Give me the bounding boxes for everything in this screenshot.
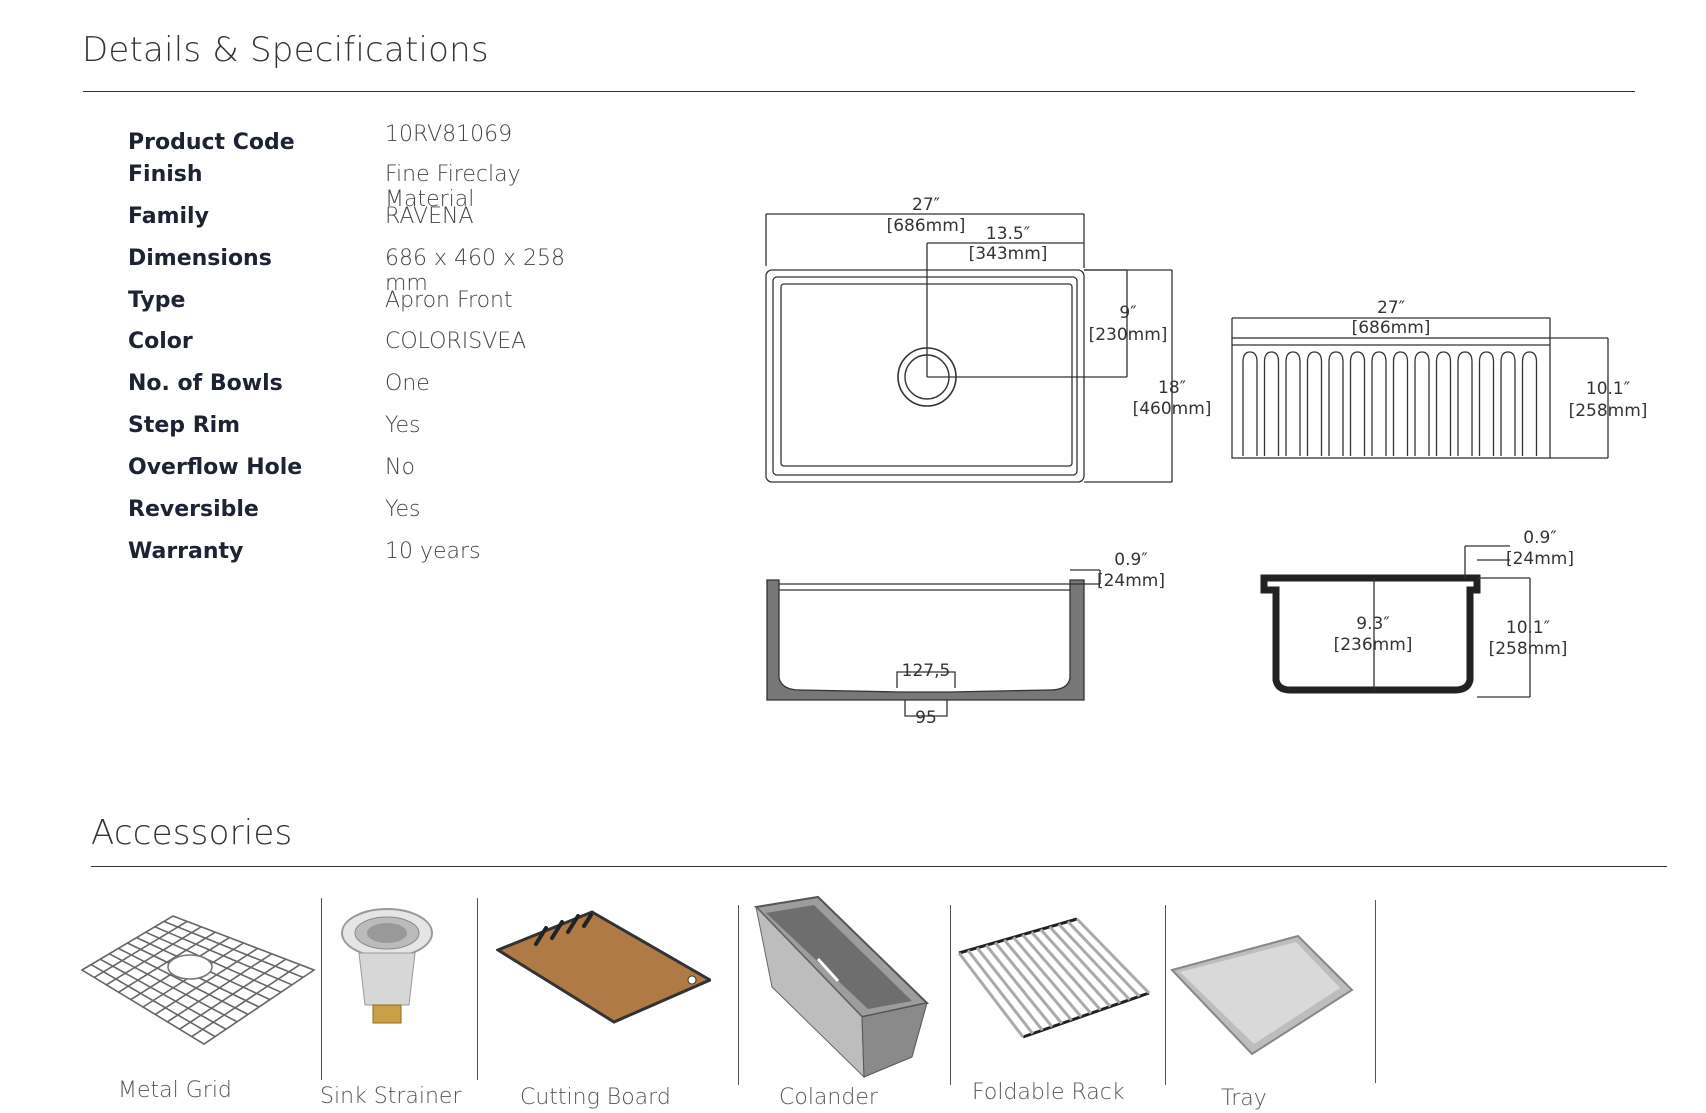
front-view-drawing xyxy=(1231,317,1609,459)
apron-flute xyxy=(1478,351,1495,456)
accessory-label-colander: Colander xyxy=(779,1085,878,1110)
sink-strainer-icon xyxy=(341,908,433,1024)
accessory-separator xyxy=(321,898,322,1080)
top-drain-in: 13.5″ xyxy=(986,224,1030,244)
section-short-inner-in: 9.3″ xyxy=(1356,614,1389,634)
section-long-labels: 0.9″ [24mm] 127,5 95 xyxy=(902,550,1165,728)
accessory-label-metal-grid: Metal Grid xyxy=(118,1078,232,1103)
section-short-labels: 0.9″ [24mm] 9.3″ [236mm] 10.1″ [258mm] xyxy=(1334,528,1574,659)
top-view-labels: 27″ [686mm] 13.5″ [343mm] 9″ [230mm] 18″… xyxy=(887,195,1212,419)
section-long-drain-top: 127,5 xyxy=(902,661,951,681)
apron-flute xyxy=(1285,351,1301,456)
foldable-rack-icon xyxy=(957,917,1151,1039)
section-short-inner-mm: [236mm] xyxy=(1334,635,1413,655)
accessory-label-tray: Tray xyxy=(1221,1086,1267,1111)
accessory-separator xyxy=(950,905,951,1085)
top-drain-depth-mm: [230mm] xyxy=(1089,325,1168,345)
apron-flute xyxy=(1349,351,1366,456)
accessory-separator xyxy=(738,905,739,1085)
front-view-labels: 27″ [686mm] 10.1″ [258mm] xyxy=(1352,298,1648,421)
colander-icon xyxy=(753,895,930,1078)
top-width-mm: [686mm] xyxy=(887,216,966,236)
apron-flute xyxy=(1500,351,1516,456)
front-height-in: 10.1″ xyxy=(1586,379,1630,399)
apron-flute xyxy=(1392,351,1409,456)
apron-flute xyxy=(1457,351,1473,456)
accessory-label-foldable-rack: Foldable Rack xyxy=(972,1080,1125,1105)
section-long-rim-mm: [24mm] xyxy=(1097,571,1165,591)
apron-flute xyxy=(1521,351,1538,456)
front-width-mm: [686mm] xyxy=(1352,318,1431,338)
section-short-rim-in: 0.9″ xyxy=(1523,528,1556,548)
section-short-height-in: 10.1″ xyxy=(1506,618,1550,638)
section-long-drawing xyxy=(766,569,1101,717)
apron-flute xyxy=(1328,351,1344,456)
section-short-rim-mm: [24mm] xyxy=(1506,549,1574,569)
top-depth-in: 18″ xyxy=(1158,378,1186,398)
accessory-label-sink-strainer: Sink Strainer xyxy=(320,1084,462,1109)
metal-grid-icon xyxy=(80,915,316,1045)
top-drain-mm: [343mm] xyxy=(969,244,1048,264)
accessory-separator xyxy=(1165,905,1166,1085)
apron-flute xyxy=(1371,351,1387,456)
apron-flute xyxy=(1414,351,1430,456)
accessory-separator xyxy=(477,898,478,1080)
section-short-drawing xyxy=(1260,545,1531,698)
front-height-mm: [258mm] xyxy=(1569,401,1648,421)
top-width-in: 27″ xyxy=(912,195,940,215)
accessories-title: Accessories xyxy=(91,813,293,853)
front-width-in: 27″ xyxy=(1377,298,1405,318)
cutting-board-icon xyxy=(496,910,711,1024)
accessory-label-cutting-board: Cutting Board xyxy=(520,1085,671,1110)
top-depth-mm: [460mm] xyxy=(1133,399,1212,419)
technical-drawings: 27″ [686mm] 13.5″ [343mm] 9″ [230mm] 18″… xyxy=(765,195,1648,728)
apron-flute xyxy=(1242,351,1258,456)
apron-flute xyxy=(1306,351,1323,456)
section-long-drain-bottom: 95 xyxy=(915,708,937,728)
tray-icon xyxy=(1170,934,1354,1056)
apron-flute xyxy=(1435,351,1452,456)
section-short-height-mm: [258mm] xyxy=(1489,639,1568,659)
section-long-rim-in: 0.9″ xyxy=(1114,550,1147,570)
accessory-separator xyxy=(1375,900,1376,1083)
apron-flute xyxy=(1263,351,1280,456)
top-drain-depth-in: 9″ xyxy=(1119,303,1136,323)
accessories-divider xyxy=(91,866,1667,867)
grid-wire xyxy=(191,963,301,1038)
